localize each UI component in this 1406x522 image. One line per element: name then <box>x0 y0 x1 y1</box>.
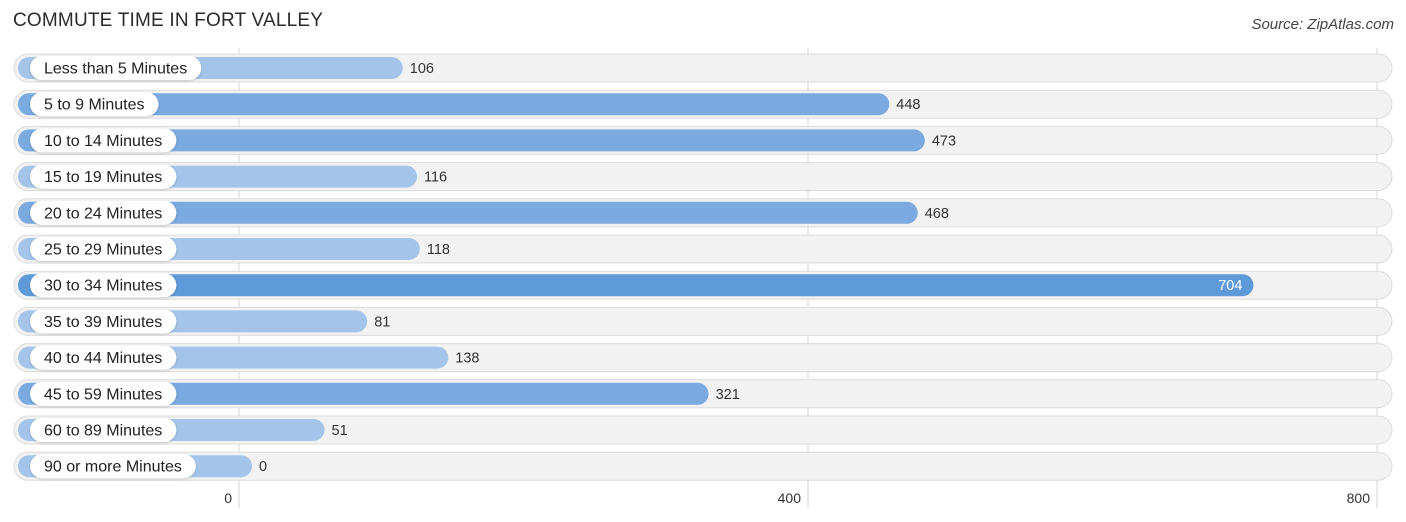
category-label: 20 to 24 Minutes <box>44 205 162 222</box>
x-tick-label: 400 <box>778 490 802 506</box>
bar-row: Less than 5 Minutes 106 <box>13 53 1393 83</box>
bar-row: 35 to 39 Minutes 81 <box>13 306 1393 336</box>
bar-row: 40 to 44 Minutes 138 <box>13 343 1393 373</box>
category-label: 90 or more Minutes <box>44 459 182 476</box>
value-label: 118 <box>427 242 450 258</box>
category-label: 40 to 44 Minutes <box>44 350 162 367</box>
category-label: 35 to 39 Minutes <box>44 314 162 331</box>
value-label: 704 <box>1218 278 1242 294</box>
category-label: Less than 5 Minutes <box>44 61 187 78</box>
x-tick-label: 0 <box>224 490 232 506</box>
bar-row: 60 to 89 Minutes 51 <box>13 415 1393 445</box>
bar-row: 10 to 14 Minutes 473 <box>13 125 1393 155</box>
category-label: 25 to 29 Minutes <box>44 242 162 259</box>
value-label: 106 <box>410 61 434 77</box>
bar-rows: Less than 5 Minutes 106 5 to 9 Minutes 448 1… <box>13 53 1393 481</box>
category-label: 15 to 19 Minutes <box>44 169 162 186</box>
bar-row: 5 to 9 Minutes 448 <box>13 89 1393 119</box>
value-label: 51 <box>332 423 348 439</box>
category-label: 45 to 59 Minutes <box>44 386 162 403</box>
bar <box>18 274 1254 297</box>
bar-row: 20 to 24 Minutes 468 <box>13 198 1393 228</box>
x-tick-label: 800 <box>1347 490 1371 506</box>
value-label: 0 <box>259 459 267 475</box>
bar-row: 25 to 29 Minutes 118 <box>13 234 1393 264</box>
bar-chart: Less than 5 Minutes 106 5 to 9 Minutes 448 1… <box>13 48 1393 508</box>
value-label: 473 <box>932 133 956 149</box>
x-axis-ticks: 0 400 800 <box>224 490 1370 506</box>
bar-row: 90 or more Minutes 0 <box>13 451 1393 481</box>
category-label: 30 to 34 Minutes <box>44 278 162 295</box>
value-label: 116 <box>424 170 447 186</box>
category-label: 5 to 9 Minutes <box>44 97 145 114</box>
bar-row: 15 to 19 Minutes 116 <box>13 162 1393 192</box>
value-label: 138 <box>455 351 479 367</box>
value-label: 321 <box>716 387 740 403</box>
bar-row: 45 to 59 Minutes 321 <box>13 379 1393 409</box>
bar-row: 30 to 34 Minutes 704 <box>13 270 1393 300</box>
category-label: 60 to 89 Minutes <box>44 423 162 440</box>
value-label: 81 <box>374 314 390 330</box>
value-label: 468 <box>925 206 949 222</box>
value-label: 448 <box>896 97 920 113</box>
category-label: 10 to 14 Minutes <box>44 133 162 150</box>
